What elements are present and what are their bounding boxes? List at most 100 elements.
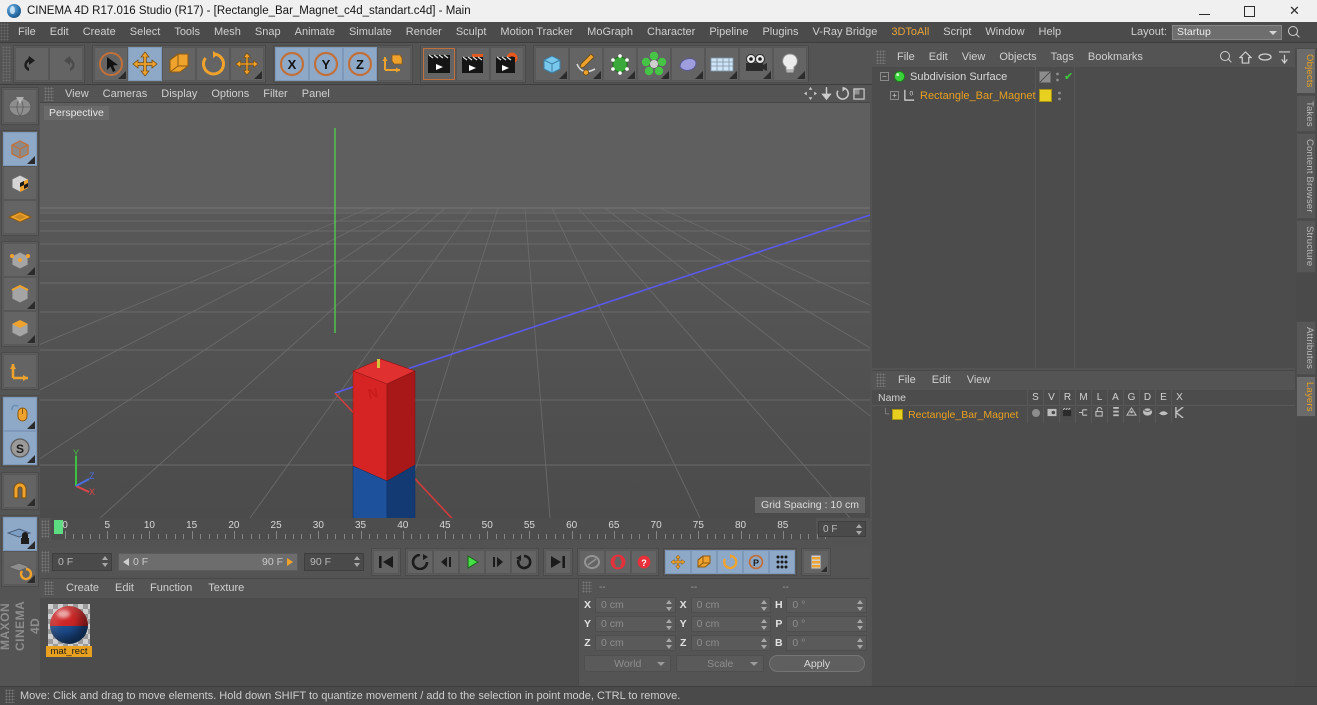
make-editable-icon-button[interactable] bbox=[3, 89, 37, 123]
zoom-icon[interactable] bbox=[821, 87, 832, 100]
visibility-dots-icon[interactable] bbox=[1057, 90, 1062, 102]
layer-header-r[interactable]: R bbox=[1059, 389, 1075, 406]
position-key-button[interactable] bbox=[665, 550, 691, 574]
position-y-field[interactable]: 0 cm bbox=[595, 615, 676, 632]
menu-item-create[interactable]: Create bbox=[76, 22, 123, 43]
array-button[interactable] bbox=[637, 46, 671, 81]
object-menu-item-file[interactable]: File bbox=[890, 48, 922, 66]
rotate-tool-button[interactable] bbox=[196, 46, 230, 81]
polygon-grid-button[interactable] bbox=[3, 200, 37, 234]
object-row-subdivision-surface[interactable]: − Subdivision Surface ✔ bbox=[872, 67, 1295, 86]
bend-deformer-button[interactable] bbox=[671, 46, 705, 81]
world-object-axis-button[interactable] bbox=[377, 46, 411, 81]
position-z-field[interactable]: 0 cm bbox=[595, 634, 676, 651]
timeline-grip[interactable] bbox=[41, 520, 49, 538]
layer-menu-item-view[interactable]: View bbox=[959, 371, 999, 389]
minimize-button[interactable] bbox=[1182, 0, 1227, 22]
material-manager-grip[interactable] bbox=[44, 581, 54, 595]
go-to-end-button[interactable] bbox=[545, 550, 571, 574]
toolbar-grip[interactable] bbox=[2, 45, 11, 82]
undo-button[interactable] bbox=[15, 46, 49, 81]
move-alt-button[interactable] bbox=[230, 46, 264, 81]
range-right-arrow-icon[interactable] bbox=[286, 558, 293, 566]
live-selection-button[interactable] bbox=[94, 46, 128, 81]
layer-flag-m[interactable] bbox=[1075, 406, 1091, 423]
viewport-menu-item-options[interactable]: Options bbox=[204, 85, 256, 103]
menu-item-window[interactable]: Window bbox=[978, 22, 1031, 43]
menubar-grip[interactable] bbox=[0, 23, 9, 41]
maximize-button[interactable] bbox=[1227, 0, 1272, 22]
tab-layers[interactable]: Layers bbox=[1296, 375, 1316, 418]
floor-environment-button[interactable] bbox=[705, 46, 739, 81]
timeline-track[interactable]: 051015202530354045505560657075808590 bbox=[51, 518, 831, 540]
layer-header-x[interactable]: X bbox=[1171, 389, 1187, 406]
visibility-dots-icon[interactable] bbox=[1055, 71, 1060, 83]
spinner-icon[interactable] bbox=[665, 637, 672, 649]
menu-item-simulate[interactable]: Simulate bbox=[342, 22, 399, 43]
spinner-icon[interactable] bbox=[102, 556, 108, 567]
menu-item-script[interactable]: Script bbox=[936, 22, 978, 43]
rotation-p-field[interactable]: 0 ° bbox=[786, 615, 868, 632]
workplane-rotate-button[interactable] bbox=[3, 551, 37, 585]
layer-header-a[interactable]: A bbox=[1107, 389, 1123, 406]
material-menu-item-function[interactable]: Function bbox=[142, 579, 200, 597]
playback-grip[interactable] bbox=[41, 551, 49, 573]
material-list[interactable]: mat_rect bbox=[40, 598, 578, 686]
rotation-h-field[interactable]: 0 ° bbox=[786, 596, 868, 613]
viewport-menu-item-filter[interactable]: Filter bbox=[256, 85, 294, 103]
rotation-b-field[interactable]: 0 ° bbox=[786, 634, 868, 651]
tab-objects[interactable]: Objects bbox=[1296, 48, 1316, 94]
end-frame-field[interactable]: 90 F bbox=[304, 553, 364, 571]
scale-key-button[interactable] bbox=[691, 550, 717, 574]
menu-item-mograph[interactable]: MoGraph bbox=[580, 22, 640, 43]
layer-menu-item-edit[interactable]: Edit bbox=[924, 371, 959, 389]
menu-item-help[interactable]: Help bbox=[1032, 22, 1069, 43]
primitive-cube-button[interactable] bbox=[535, 46, 569, 81]
menu-item-sculpt[interactable]: Sculpt bbox=[449, 22, 494, 43]
coordinate-system-dropdown[interactable]: World bbox=[584, 655, 672, 672]
layer-row[interactable]: └ Rectangle_Bar_Magnet bbox=[872, 405, 1295, 423]
menu-item-mesh[interactable]: Mesh bbox=[207, 22, 248, 43]
position-x-field[interactable]: 0 cm bbox=[595, 596, 676, 613]
keyframe-selection-button[interactable]: ? bbox=[631, 550, 657, 574]
spinner-icon[interactable] bbox=[665, 618, 672, 630]
expander-icon[interactable]: + bbox=[890, 91, 899, 100]
redo-button[interactable] bbox=[49, 46, 83, 81]
material-menu-item-create[interactable]: Create bbox=[58, 579, 107, 597]
layer-header-v[interactable]: V bbox=[1043, 389, 1059, 406]
render-to-picture-viewer-button[interactable] bbox=[456, 46, 490, 81]
layer-manager-grip[interactable] bbox=[876, 373, 886, 387]
axis-z-button[interactable]: Z bbox=[343, 46, 377, 81]
loop-button[interactable] bbox=[511, 550, 537, 574]
parameter-key-button[interactable]: P bbox=[743, 550, 769, 574]
size-y-field[interactable]: 0 cm bbox=[690, 615, 772, 632]
menu-item-motion-tracker[interactable]: Motion Tracker bbox=[493, 22, 580, 43]
menu-item-file[interactable]: File bbox=[11, 22, 43, 43]
layer-flag-l[interactable] bbox=[1091, 406, 1107, 423]
render-settings-button[interactable] bbox=[490, 46, 524, 81]
current-frame-field[interactable]: 0 F bbox=[52, 553, 112, 571]
model-mode-button[interactable] bbox=[3, 132, 37, 166]
render-view-button[interactable] bbox=[422, 46, 456, 81]
search-icon[interactable] bbox=[1287, 25, 1301, 39]
pan-icon[interactable] bbox=[804, 87, 817, 100]
layer-flag-a[interactable] bbox=[1107, 406, 1123, 423]
layer-flag-e[interactable] bbox=[1155, 406, 1171, 423]
magnet-tool-button[interactable] bbox=[3, 474, 37, 508]
menu-item-plugins[interactable]: Plugins bbox=[755, 22, 805, 43]
layer-flag-v[interactable] bbox=[1043, 406, 1059, 423]
close-button[interactable]: ✕ bbox=[1272, 0, 1317, 22]
home-icon[interactable] bbox=[1239, 50, 1252, 64]
expander-icon[interactable]: − bbox=[880, 72, 889, 81]
viewport-menu-item-panel[interactable]: Panel bbox=[295, 85, 337, 103]
spinner-icon[interactable] bbox=[761, 637, 768, 649]
layer-flag-s[interactable] bbox=[1027, 406, 1043, 423]
tab-takes[interactable]: Takes bbox=[1296, 94, 1316, 133]
layer-header-l[interactable]: L bbox=[1091, 389, 1107, 406]
search-icon[interactable] bbox=[1219, 50, 1233, 64]
layer-flag-g[interactable] bbox=[1123, 406, 1139, 423]
menu-item-3dtoall[interactable]: 3DToAll bbox=[884, 22, 936, 43]
layer-header-m[interactable]: M bbox=[1075, 389, 1091, 406]
material-tag-icon[interactable] bbox=[1039, 89, 1052, 102]
tab-attributes[interactable]: Attributes bbox=[1296, 320, 1316, 375]
